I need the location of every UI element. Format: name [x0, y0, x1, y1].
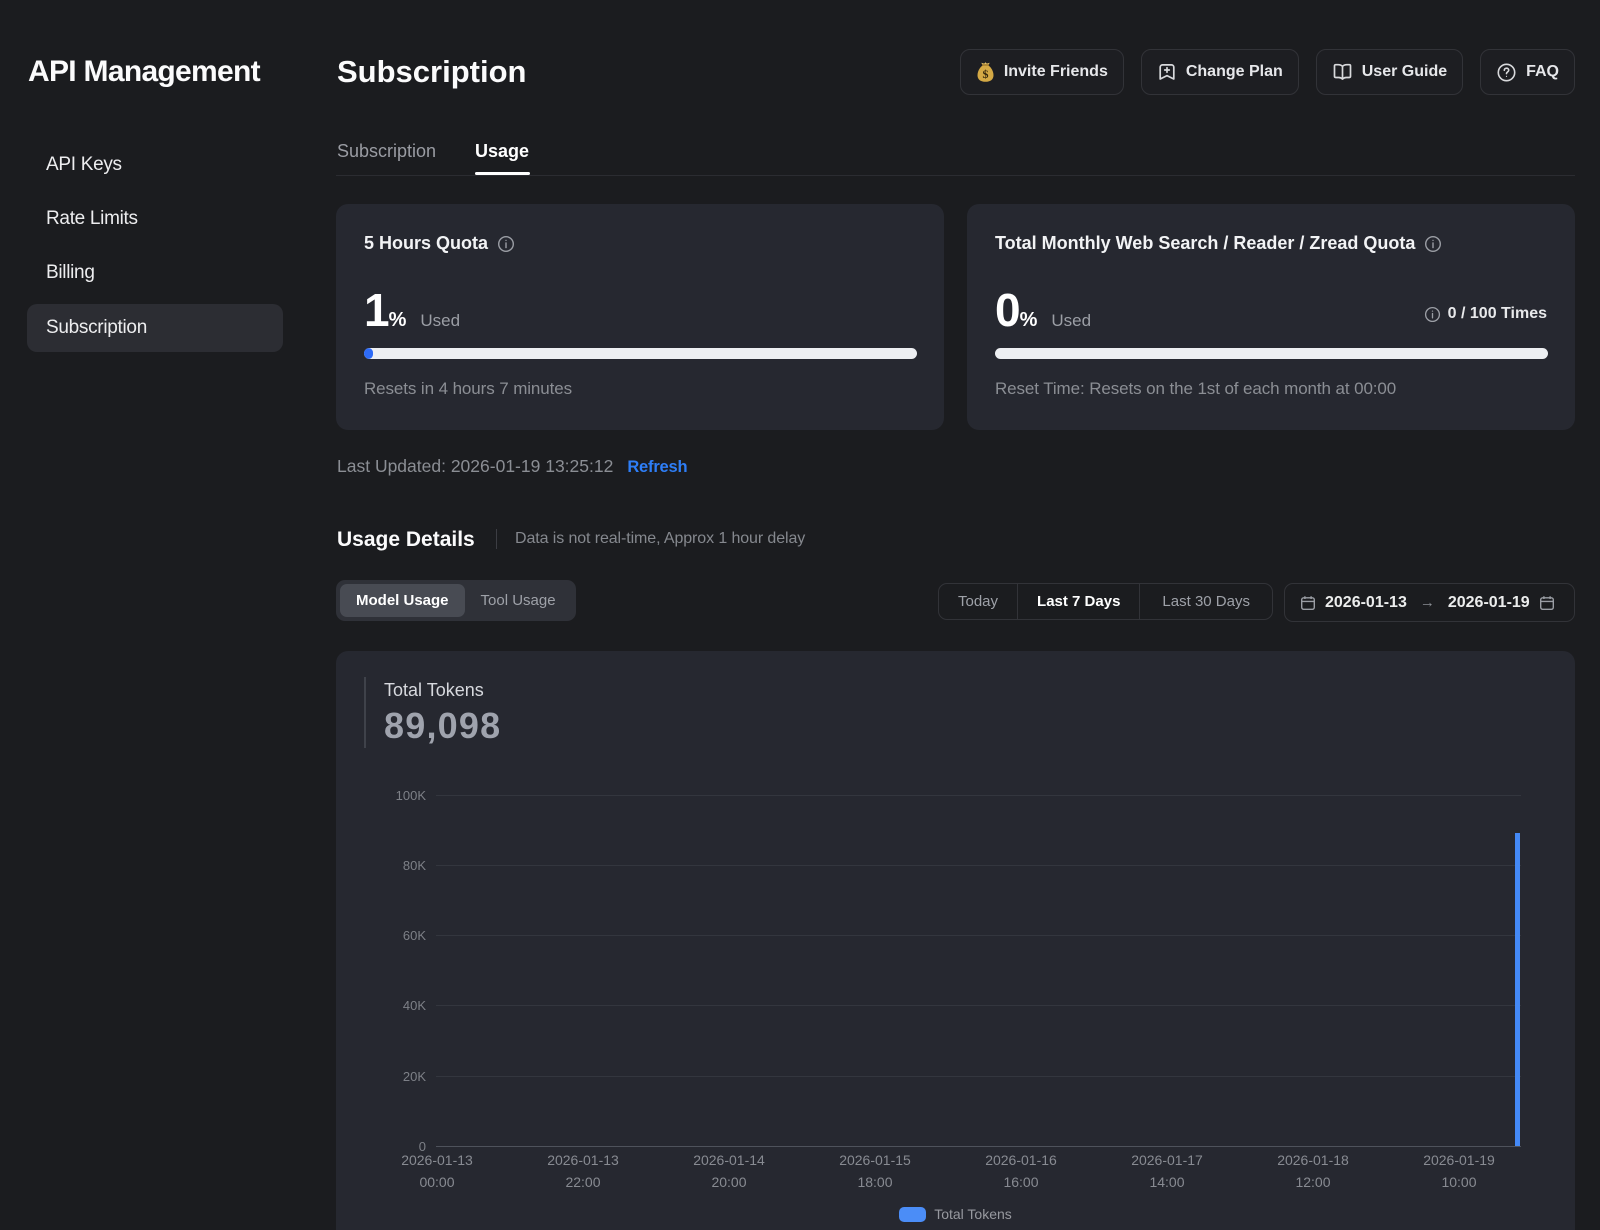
svg-text:2026-01-1714:00: 2026-01-1714:00 [1131, 1152, 1203, 1190]
svg-text:2026-01-1812:00: 2026-01-1812:00 [1277, 1152, 1349, 1190]
svg-text:2026-01-1300:00: 2026-01-1300:00 [401, 1152, 473, 1190]
svg-text:2026-01-1518:00: 2026-01-1518:00 [839, 1152, 911, 1190]
svg-text:40K: 40K [403, 998, 426, 1013]
svg-text:60K: 60K [403, 928, 426, 943]
svg-text:2026-01-1616:00: 2026-01-1616:00 [985, 1152, 1057, 1190]
svg-text:80K: 80K [403, 858, 426, 873]
svg-text:100K: 100K [396, 788, 427, 803]
svg-text:2026-01-1420:00: 2026-01-1420:00 [693, 1152, 765, 1190]
svg-text:20K: 20K [403, 1069, 426, 1084]
svg-text:2026-01-1910:00: 2026-01-1910:00 [1423, 1152, 1495, 1190]
svg-text:$: $ [982, 67, 988, 81]
svg-text:2026-01-1322:00: 2026-01-1322:00 [547, 1152, 619, 1190]
